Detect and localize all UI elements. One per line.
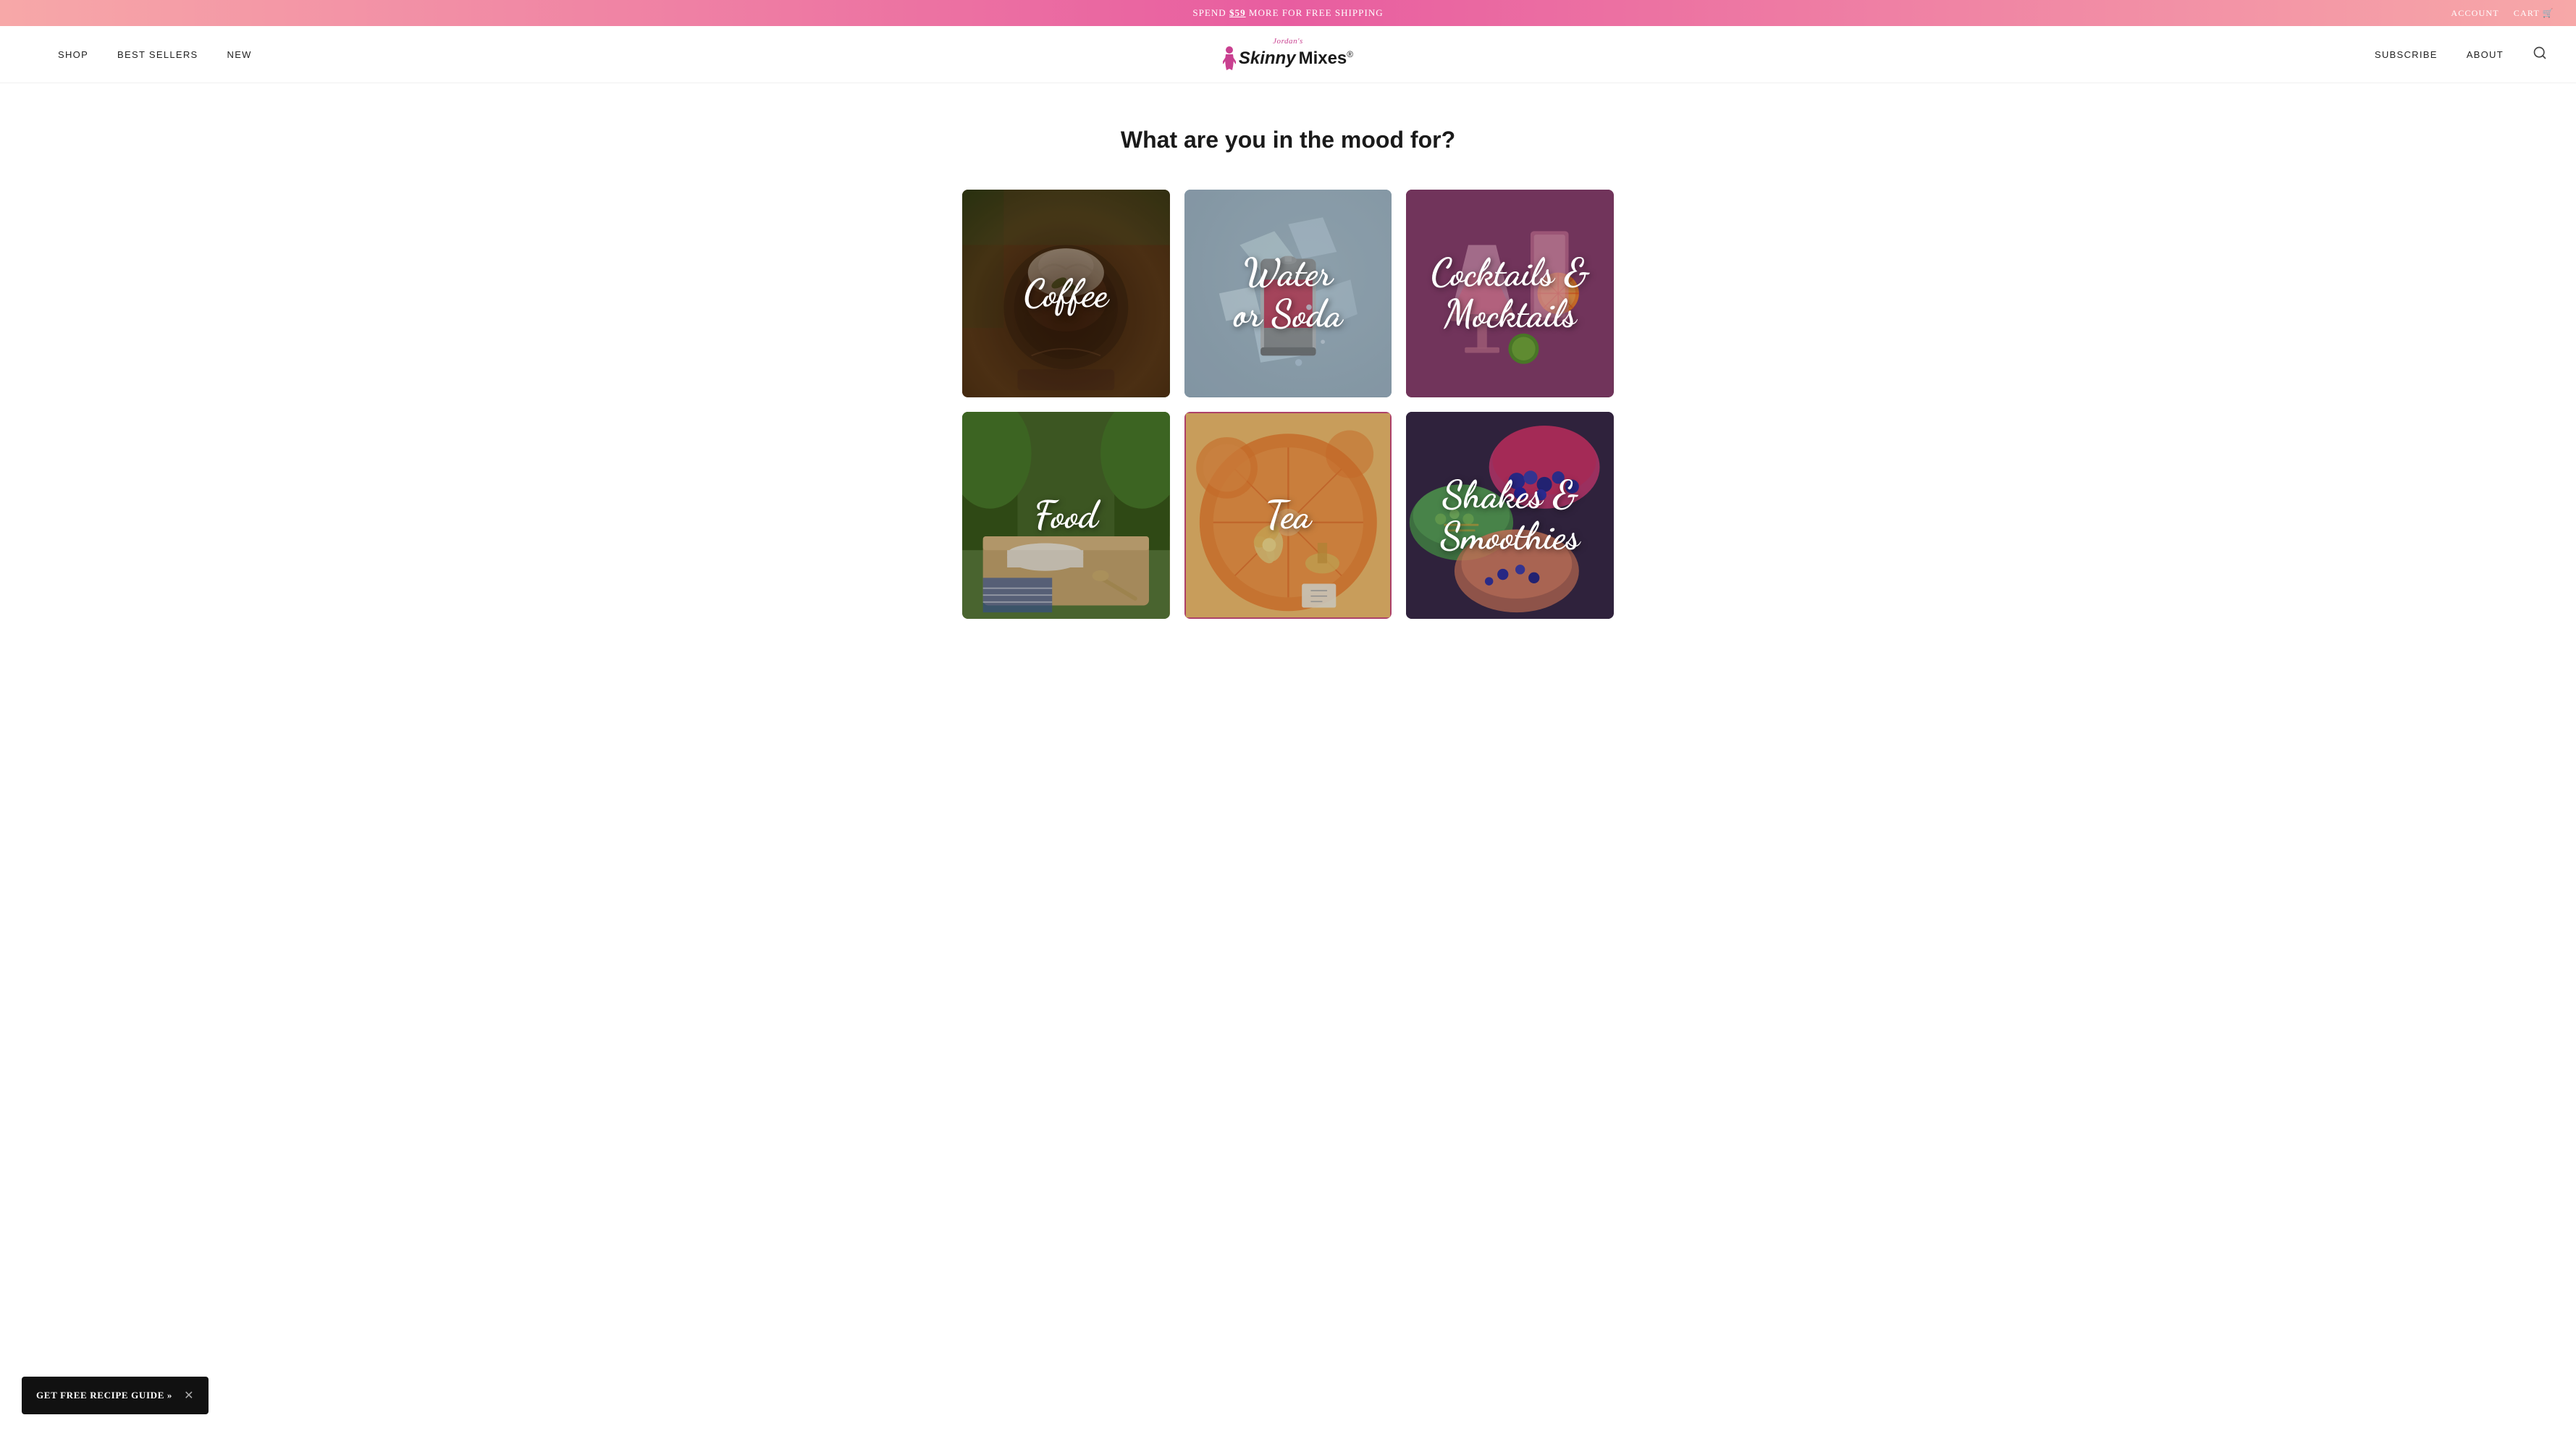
tea-overlay: Tea	[1184, 412, 1392, 620]
main-content: What are you in the mood for?	[0, 83, 2576, 677]
water-label: Wateror Soda	[1226, 245, 1350, 342]
coffee-overlay: Coffee	[962, 190, 1170, 397]
shakes-overlay: Shakes &Smoothies	[1406, 412, 1614, 620]
banner-spend-text: SPEND	[1192, 7, 1229, 18]
banner-more-text: MORE FOR FREE SHIPPING	[1246, 7, 1384, 18]
tea-label: Tea	[1258, 487, 1318, 543]
coffee-label: Coffee	[1016, 266, 1116, 321]
nav-about-link[interactable]: ABOUT	[2467, 49, 2504, 60]
account-link[interactable]: ACCOUNT	[2451, 8, 2499, 19]
nav-best-sellers-link[interactable]: BEST SELLERS	[117, 49, 198, 60]
cocktails-label: Cocktails &Mocktails	[1423, 245, 1596, 342]
category-card-food[interactable]: Food	[962, 412, 1170, 620]
page-title: What are you in the mood for?	[14, 127, 2562, 153]
nav-subscribe-link[interactable]: SUBSCRIBE	[2375, 49, 2438, 60]
popup-label[interactable]: GET FREE RECIPE GUIDE »	[36, 1390, 172, 1401]
nav-links-right: SUBSCRIBE ABOUT	[2375, 49, 2504, 60]
logo-script-text: Jordan's	[1273, 37, 1303, 46]
water-overlay: Wateror Soda	[1184, 190, 1392, 397]
cart-label: CART	[2514, 8, 2540, 18]
logo-skinny: Skinny	[1239, 48, 1296, 69]
logo-link[interactable]: Jordan's Skinny Mixes®	[1223, 37, 1353, 72]
category-grid: Coffee	[962, 190, 1614, 619]
logo-brand-wrapper: Skinny Mixes®	[1223, 46, 1353, 72]
banner-amount: $59	[1229, 7, 1246, 18]
recipe-guide-popup[interactable]: GET FREE RECIPE GUIDE » ✕	[22, 1377, 209, 1414]
top-right-links: ACCOUNT CART 🛒	[2451, 8, 2554, 19]
top-banner: SPEND $59 MORE FOR FREE SHIPPING ACCOUNT…	[0, 0, 2576, 26]
category-card-coffee[interactable]: Coffee	[962, 190, 1170, 397]
navbar: SHOP BEST SELLERS NEW Jordan's Skinny Mi…	[0, 26, 2576, 83]
category-card-tea[interactable]: Tea	[1184, 412, 1392, 620]
nav-new-link[interactable]: NEW	[227, 49, 252, 60]
shakes-label: Shakes &Smoothies	[1434, 467, 1587, 564]
food-overlay: Food	[962, 412, 1170, 620]
cart-link[interactable]: CART 🛒	[2514, 8, 2554, 19]
cart-icon: 🛒	[2543, 8, 2554, 18]
nav-links-left: SHOP BEST SELLERS NEW	[58, 49, 252, 60]
food-label: Food	[1027, 487, 1105, 543]
logo-tm: ®	[1347, 49, 1353, 59]
cocktails-overlay: Cocktails &Mocktails	[1406, 190, 1614, 397]
banner-text: SPEND $59 MORE FOR FREE SHIPPING	[14, 7, 2562, 19]
logo-figure-icon	[1223, 46, 1236, 72]
category-card-water-soda[interactable]: Wateror Soda	[1184, 190, 1392, 397]
category-card-shakes[interactable]: Shakes &Smoothies	[1406, 412, 1614, 620]
logo-wrapper: Jordan's Skinny Mixes®	[1223, 37, 1353, 72]
search-icon[interactable]	[2533, 46, 2547, 64]
category-card-cocktails[interactable]: Cocktails &Mocktails	[1406, 190, 1614, 397]
nav-shop-link[interactable]: SHOP	[58, 49, 88, 60]
popup-close-button[interactable]: ✕	[184, 1388, 194, 1403]
logo-mixes: Mixes®	[1299, 48, 1354, 69]
